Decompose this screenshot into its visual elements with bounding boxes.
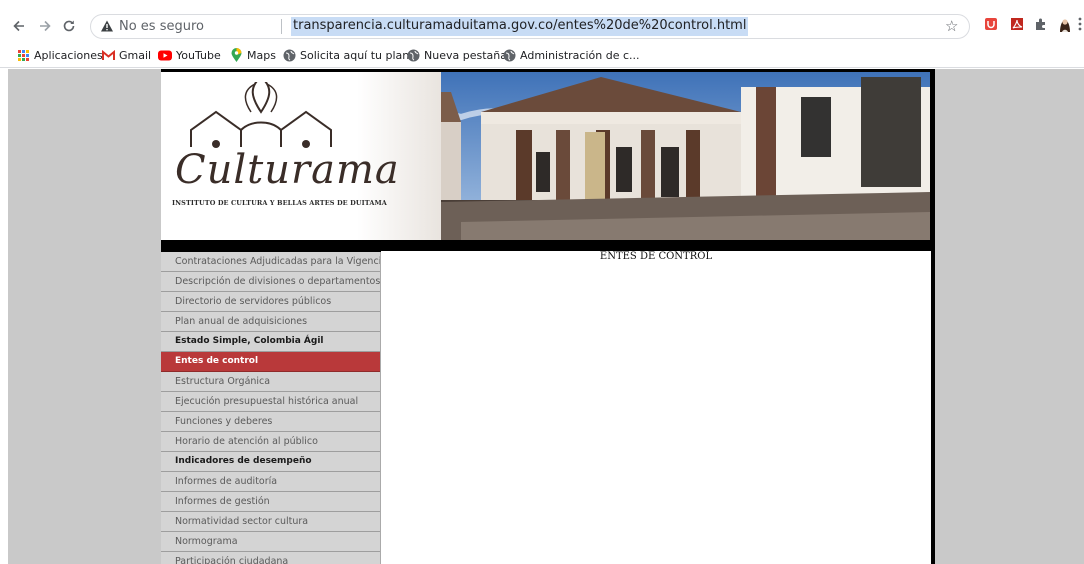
- pdf-extension-icon[interactable]: [1009, 16, 1025, 32]
- sidebar-menu: Contrataciones Adjudicadas para la Vigen…: [161, 252, 381, 564]
- kebab-menu-icon[interactable]: [1077, 16, 1083, 32]
- menu-item-directorio[interactable]: Directorio de servidores públicos: [161, 292, 380, 312]
- main-content: ENTES DE CONTROL: [381, 251, 931, 564]
- back-button[interactable]: [8, 16, 30, 36]
- logo-panel: Culturama INSTITUTO DE CULTURA Y BELLAS …: [161, 72, 441, 240]
- warning-triangle-icon: [101, 20, 113, 32]
- maps-pin-icon: [229, 48, 243, 62]
- forward-button[interactable]: [34, 16, 56, 36]
- menu-item-indicadores[interactable]: Indicadores de desempeño: [161, 452, 380, 472]
- menu-item-contrataciones[interactable]: Contrataciones Adjudicadas para la Vigen…: [161, 252, 380, 272]
- url-text[interactable]: transparencia.culturamaduitama.gov.co/en…: [291, 17, 749, 36]
- bookmark-label: Aplicaciones: [34, 48, 103, 62]
- security-status-label[interactable]: No es seguro: [119, 19, 204, 34]
- menu-item-normograma[interactable]: Normograma: [161, 532, 380, 552]
- building-photo: [361, 72, 930, 240]
- bookmark-maps[interactable]: Maps: [229, 47, 276, 63]
- star-outline-icon[interactable]: ☆: [945, 17, 958, 35]
- bookmarks-bar: Aplicaciones Gmail YouTube Maps Solicita…: [0, 42, 1084, 68]
- header-banner: Culturama INSTITUTO DE CULTURA Y BELLAS …: [161, 72, 930, 240]
- menu-item-normatividad[interactable]: Normatividad sector cultura: [161, 512, 380, 532]
- profile-avatar-icon[interactable]: [1056, 15, 1074, 33]
- menu-item-plan-adquisiciones[interactable]: Plan anual de adquisiciones: [161, 312, 380, 332]
- youtube-icon: [158, 48, 172, 62]
- menu-item-participacion[interactable]: Participación ciudadana: [161, 552, 380, 564]
- menu-item-horario-atencion[interactable]: Horario de atención al público: [161, 432, 380, 452]
- browser-toolbar: No es seguro transparencia.culturamaduit…: [0, 0, 1084, 42]
- menu-item-funciones-deberes[interactable]: Funciones y deberes: [161, 412, 380, 432]
- globe-icon: [282, 48, 296, 62]
- bookmark-apps[interactable]: Aplicaciones: [16, 47, 103, 63]
- page-title: ENTES DE CONTROL: [599, 251, 713, 262]
- bookmark-gmail[interactable]: Gmail: [101, 47, 151, 63]
- bookmark-label: Nueva pestaña: [424, 48, 507, 62]
- bookmark-label: Gmail: [119, 48, 152, 62]
- menu-item-informes-gestion[interactable]: Informes de gestión: [161, 492, 380, 512]
- bookmark-label: Administración de c...: [520, 48, 640, 62]
- omnibox-separator: [281, 19, 282, 34]
- bookmark-solicita[interactable]: Solicita aquí tu plan...: [282, 47, 420, 63]
- globe-icon: [406, 48, 420, 62]
- shield-extension-icon[interactable]: [983, 16, 999, 32]
- puzzle-extensions-icon[interactable]: [1033, 16, 1049, 32]
- reload-button[interactable]: [58, 16, 80, 36]
- bookmark-nueva-pestana[interactable]: Nueva pestaña: [406, 47, 507, 63]
- address-bar[interactable]: No es seguro transparencia.culturamaduit…: [90, 14, 970, 39]
- reload-icon: [63, 20, 75, 32]
- apps-grid-icon: [16, 48, 30, 62]
- bookmark-label: Solicita aquí tu plan...: [300, 48, 420, 62]
- bookmark-label: Maps: [247, 48, 276, 62]
- site-tagline: INSTITUTO DE CULTURA Y BELLAS ARTES DE D…: [172, 199, 387, 207]
- menu-item-entes-control[interactable]: Entes de control: [161, 352, 380, 372]
- site-frame: Culturama INSTITUTO DE CULTURA Y BELLAS …: [161, 69, 935, 564]
- arrow-left-icon: [13, 20, 24, 32]
- gmail-icon: [101, 48, 115, 62]
- globe-icon: [502, 48, 516, 62]
- menu-item-ejecucion-presupuestal[interactable]: Ejecución presupuestal histórica anual: [161, 392, 380, 412]
- bookmark-label: YouTube: [176, 48, 221, 62]
- logo-wordmark: Culturama: [175, 147, 400, 193]
- menu-item-estado-simple[interactable]: Estado Simple, Colombia Ágil: [161, 332, 380, 352]
- bookmark-administracion[interactable]: Administración de c...: [502, 47, 640, 63]
- arrow-right-icon: [40, 20, 51, 32]
- menu-item-estructura-organica[interactable]: Estructura Orgánica: [161, 372, 380, 392]
- page-background: Culturama INSTITUTO DE CULTURA Y BELLAS …: [8, 69, 1084, 564]
- menu-item-informes-auditoria[interactable]: Informes de auditoría: [161, 472, 380, 492]
- menu-item-divisiones[interactable]: Descripción de divisiones o departamento…: [161, 272, 380, 292]
- bookmark-youtube[interactable]: YouTube: [158, 47, 221, 63]
